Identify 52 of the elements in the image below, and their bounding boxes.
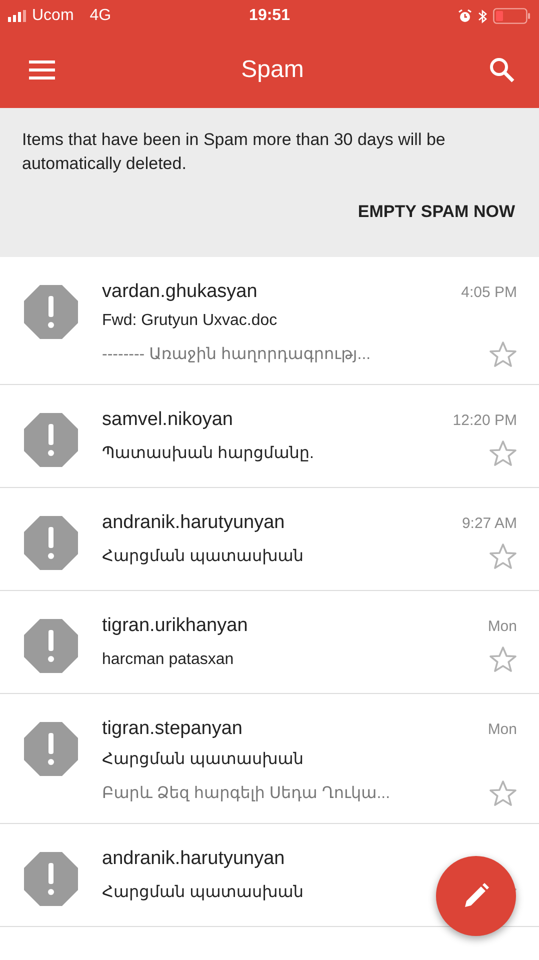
message-row[interactable]: andranik.harutyunyan 9:27 AM Հարցման պատասխան xyxy=(0,488,539,591)
star-button[interactable] xyxy=(489,780,517,807)
sender-name: tigran.urikhanyan xyxy=(102,615,248,637)
message-subject: Հարցման պատասխան xyxy=(102,750,305,769)
star-icon xyxy=(489,341,517,368)
sender-name: andranik.harutyunyan xyxy=(102,512,285,534)
star-button[interactable] xyxy=(489,646,517,673)
message-subject: Հարցման պատասխան xyxy=(102,883,304,902)
carrier-name: Ucom xyxy=(32,7,74,25)
sender-name: samvel.nikoyan xyxy=(102,409,233,431)
star-button[interactable] xyxy=(489,543,517,570)
message-row[interactable]: tigran.urikhanyan Mon harcman patasxan xyxy=(0,591,539,694)
spam-warning-icon xyxy=(24,722,78,776)
star-icon xyxy=(489,543,517,570)
star-icon xyxy=(489,780,517,807)
message-subject: Fwd: Grutyun Uxvac.doc xyxy=(102,312,278,330)
message-row[interactable]: samvel.nikoyan 12:20 PM Պատասխան հարցմանը. xyxy=(0,385,539,488)
star-button[interactable] xyxy=(489,341,517,368)
message-subject: Պատասխան հարցմանը. xyxy=(102,444,314,463)
message-row[interactable]: tigran.stepanyan Mon Հարցման պատասխան Բարև Ձեզ հարգելի Սեդա Ղուկա... xyxy=(0,694,539,824)
message-row[interactable]: vardan.ghukasyan 4:05 PM Fwd: Grutyun Uxvac.doc -------- Առաջին հաղորդագրությ... xyxy=(0,257,539,385)
network-type: 4G xyxy=(90,7,112,25)
battery-icon xyxy=(493,8,531,24)
spam-warning-icon xyxy=(24,413,78,467)
clock: 19:51 xyxy=(249,7,290,25)
message-snippet: -------- Առաջին հաղորդագրությ... xyxy=(102,345,371,364)
spam-warning-icon xyxy=(24,619,78,673)
sender-name: andranik.harutyunyan xyxy=(102,848,285,870)
pencil-icon xyxy=(462,882,490,910)
message-time: 9:27 AM xyxy=(462,515,517,532)
star-icon xyxy=(489,440,517,467)
message-snippet: Բարև Ձեզ հարգելի Սեդա Ղուկա... xyxy=(102,784,390,803)
banner-message: Items that have been in Spam more than 30 days will be automatically deleted. xyxy=(22,129,446,175)
message-time: Mon xyxy=(488,618,517,635)
app-title: Spam xyxy=(241,56,304,84)
spam-warning-icon xyxy=(24,852,78,906)
message-time: 12:20 PM xyxy=(452,412,517,429)
spam-warning-icon xyxy=(24,285,78,339)
spam-warning-icon xyxy=(24,516,78,570)
message-subject: harcman patasxan xyxy=(102,651,234,669)
star-button[interactable] xyxy=(489,440,517,467)
star-icon xyxy=(489,646,517,673)
bluetooth-icon xyxy=(478,8,487,24)
signal-icon xyxy=(8,10,26,22)
sender-name: tigran.stepanyan xyxy=(102,718,242,740)
alarm-icon xyxy=(458,9,472,23)
message-subject: Հարցման պատասխան xyxy=(102,547,304,566)
message-time: 4:05 PM xyxy=(461,284,517,301)
sender-name: vardan.ghukasyan xyxy=(102,281,258,303)
compose-button[interactable] xyxy=(436,856,516,936)
empty-spam-button[interactable]: EMPTY SPAM NOW xyxy=(356,198,517,226)
message-time: Mon xyxy=(488,721,517,738)
